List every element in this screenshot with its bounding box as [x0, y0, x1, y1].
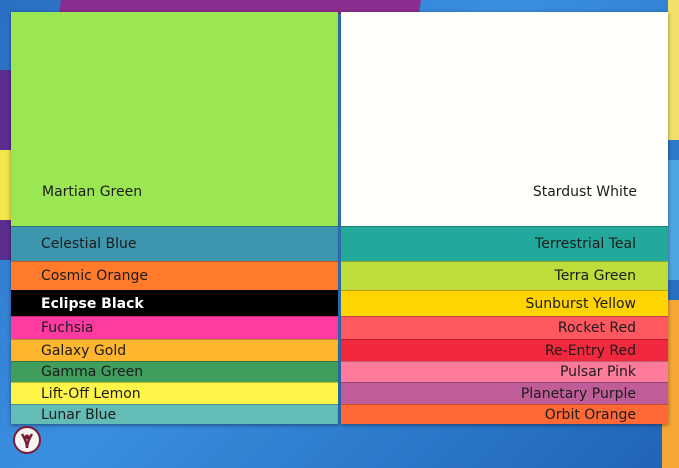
color-strip: Fuchsia: [11, 316, 338, 339]
strip-label: Galaxy Gold: [41, 342, 127, 359]
strip-label: Gamma Green: [41, 364, 144, 380]
strip-label: Planetary Purple: [520, 385, 636, 402]
color-strip: Cosmic Orange: [11, 261, 338, 290]
color-strip: Orbit Orange: [341, 404, 668, 424]
strip-label: Lunar Blue: [41, 406, 117, 423]
strip-label: Eclipse Black: [41, 295, 144, 312]
color-strip: Re-Entry Red: [341, 339, 668, 361]
brand-logo-icon: [13, 426, 41, 454]
strip-label: Sunburst Yellow: [525, 295, 636, 312]
top-sheet-label: Stardust White: [532, 184, 637, 200]
background-envelope-teal-right: [668, 160, 679, 280]
top-sheet-martian-green: Martian Green: [11, 12, 338, 226]
top-sheet-stardust-white: Stardust White: [341, 12, 668, 226]
color-strip: Galaxy Gold: [11, 339, 338, 361]
color-strip: Sunburst Yellow: [341, 290, 668, 316]
color-strip: Rocket Red: [341, 316, 668, 339]
background-envelope-yellow-right: [668, 0, 679, 140]
color-strip: Lunar Blue: [11, 404, 338, 424]
brand-logo-mark: [20, 433, 34, 449]
color-strip-list: Celestial Blue Cosmic Orange Eclipse Bla…: [11, 226, 338, 424]
color-strip: Terra Green: [341, 261, 668, 290]
strip-label: Pulsar Pink: [559, 364, 636, 380]
strip-label: Celestial Blue: [41, 236, 137, 252]
color-strip: Pulsar Pink: [341, 361, 668, 382]
strip-label: Terrestrial Teal: [535, 236, 636, 252]
color-strip: Lift-Off Lemon: [11, 382, 338, 404]
color-strip: Planetary Purple: [341, 382, 668, 404]
strip-label: Fuchsia: [41, 320, 94, 336]
strip-label: Orbit Orange: [544, 406, 636, 423]
color-strip-list: Terrestrial Teal Terra Green Sunburst Ye…: [341, 226, 668, 424]
color-strip: Terrestrial Teal: [341, 226, 668, 261]
color-strip: Celestial Blue: [11, 226, 338, 261]
strip-label: Rocket Red: [557, 320, 636, 336]
strip-label: Cosmic Orange: [41, 268, 149, 284]
strip-label: Re-Entry Red: [544, 342, 636, 359]
color-strip: Eclipse Black: [11, 290, 338, 316]
top-sheet-label: Martian Green: [42, 184, 143, 200]
strip-label: Terra Green: [554, 268, 636, 284]
right-paper-stack: Stardust White Terrestrial Teal Terra Gr…: [341, 12, 668, 424]
color-strip: Gamma Green: [11, 361, 338, 382]
strip-label: Lift-Off Lemon: [41, 385, 141, 402]
left-paper-stack: Martian Green Celestial Blue Cosmic Oran…: [11, 12, 338, 424]
